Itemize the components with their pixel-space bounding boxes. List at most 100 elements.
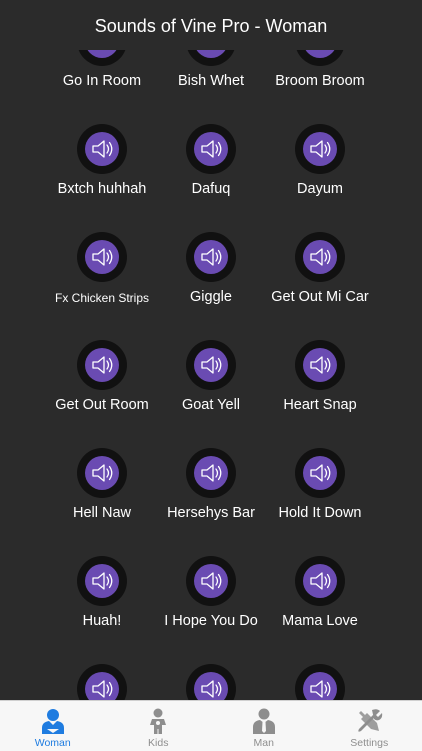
tab-woman[interactable]: Woman [0,701,106,751]
speaker-icon [197,50,225,55]
play-sound-button-fill [303,50,337,58]
sound-item[interactable] [266,664,375,700]
sound-item[interactable]: Bxtch huhhah [48,124,157,232]
tab-bar: Woman Kids Man Settings [0,700,422,751]
sound-item[interactable]: Hold It Down [266,448,375,556]
sound-grid-scroll[interactable]: Go In Room Bish Whet Broom Broom Bxtch huhh… [0,50,422,700]
tab-label: Man [254,737,274,749]
play-sound-button[interactable] [295,556,345,606]
speaker-icon [306,675,334,700]
play-sound-button[interactable] [186,232,236,282]
sound-label: I Hope You Do [164,613,258,629]
play-sound-button-fill [303,564,337,598]
nav-bar: Sounds of Vine Pro - Woman [0,0,422,50]
sound-item[interactable]: Huah! [48,556,157,664]
sound-item[interactable]: I Hope You Do [157,556,266,664]
sound-label: Fx Chicken Strips [55,291,149,305]
sound-label: Dafuq [192,181,231,197]
sound-label: Mama Love [282,613,358,629]
speaker-icon [88,135,116,163]
speaker-icon [88,243,116,271]
sound-item[interactable]: Broom Broom [266,50,375,124]
play-sound-button-fill [85,132,119,166]
play-sound-button[interactable] [77,124,127,174]
sound-item[interactable]: Heart Snap [266,340,375,448]
tab-label: Settings [350,737,388,749]
play-sound-button-fill [85,564,119,598]
kid-icon [144,707,172,735]
tab-settings[interactable]: Settings [317,701,422,751]
play-sound-button[interactable] [77,556,127,606]
play-sound-button[interactable] [77,448,127,498]
sound-grid: Go In Room Bish Whet Broom Broom Bxtch huhh… [0,50,422,700]
sound-item[interactable]: Hell Naw [48,448,157,556]
speaker-icon [88,675,116,700]
play-sound-button[interactable] [77,232,127,282]
tools-icon [355,707,383,735]
sound-item[interactable] [48,664,157,700]
speaker-icon [88,50,116,55]
play-sound-button[interactable] [186,50,236,66]
sound-label: Dayum [297,181,343,197]
play-sound-button-fill [303,132,337,166]
play-sound-button-fill [303,672,337,700]
speaker-icon [197,243,225,271]
play-sound-button-fill [194,132,228,166]
sound-item[interactable]: Giggle [157,232,266,340]
play-sound-button[interactable] [186,664,236,700]
tab-label: Woman [35,737,71,749]
speaker-icon [306,351,334,379]
sound-label: Goat Yell [182,397,240,413]
play-sound-button[interactable] [295,340,345,390]
sound-label: Get Out Room [55,397,148,413]
man-suit-icon [250,707,278,735]
sound-item[interactable]: Hersehys Bar [157,448,266,556]
play-sound-button[interactable] [295,50,345,66]
play-sound-button-fill [85,456,119,490]
sound-item[interactable]: Get Out Room [48,340,157,448]
play-sound-button[interactable] [295,124,345,174]
tab-man[interactable]: Man [211,701,317,751]
sound-label: Bish Whet [178,73,244,89]
play-sound-button[interactable] [186,556,236,606]
play-sound-button-fill [303,240,337,274]
sound-item[interactable]: Fx Chicken Strips [48,232,157,340]
sound-label: Broom Broom [275,73,364,89]
sound-item[interactable]: Go In Room [48,50,157,124]
sound-item[interactable] [157,664,266,700]
play-sound-button-fill [303,456,337,490]
speaker-icon [197,459,225,487]
play-sound-button[interactable] [295,448,345,498]
speaker-icon [197,567,225,595]
sound-label: Get Out Mi Car [271,289,369,305]
sound-label: Giggle [190,289,232,305]
play-sound-button-fill [194,240,228,274]
tab-kids[interactable]: Kids [106,701,212,751]
speaker-icon [306,135,334,163]
sound-item[interactable]: Goat Yell [157,340,266,448]
play-sound-button[interactable] [295,664,345,700]
speaker-icon [306,243,334,271]
play-sound-button[interactable] [77,50,127,66]
speaker-icon [88,459,116,487]
sound-label: Hell Naw [73,505,131,521]
tab-label: Kids [148,737,168,749]
speaker-icon [306,459,334,487]
sound-label: Heart Snap [283,397,356,413]
play-sound-button[interactable] [77,664,127,700]
play-sound-button[interactable] [77,340,127,390]
sound-item[interactable]: Bish Whet [157,50,266,124]
play-sound-button[interactable] [186,124,236,174]
play-sound-button[interactable] [186,340,236,390]
speaker-icon [88,567,116,595]
sound-item[interactable]: Mama Love [266,556,375,664]
sound-item[interactable]: Get Out Mi Car [266,232,375,340]
play-sound-button[interactable] [186,448,236,498]
speaker-icon [197,135,225,163]
play-sound-button[interactable] [295,232,345,282]
sound-item[interactable]: Dayum [266,124,375,232]
speaker-icon [197,675,225,700]
sound-label: Hold It Down [278,505,361,521]
sound-item[interactable]: Dafuq [157,124,266,232]
play-sound-button-fill [194,456,228,490]
